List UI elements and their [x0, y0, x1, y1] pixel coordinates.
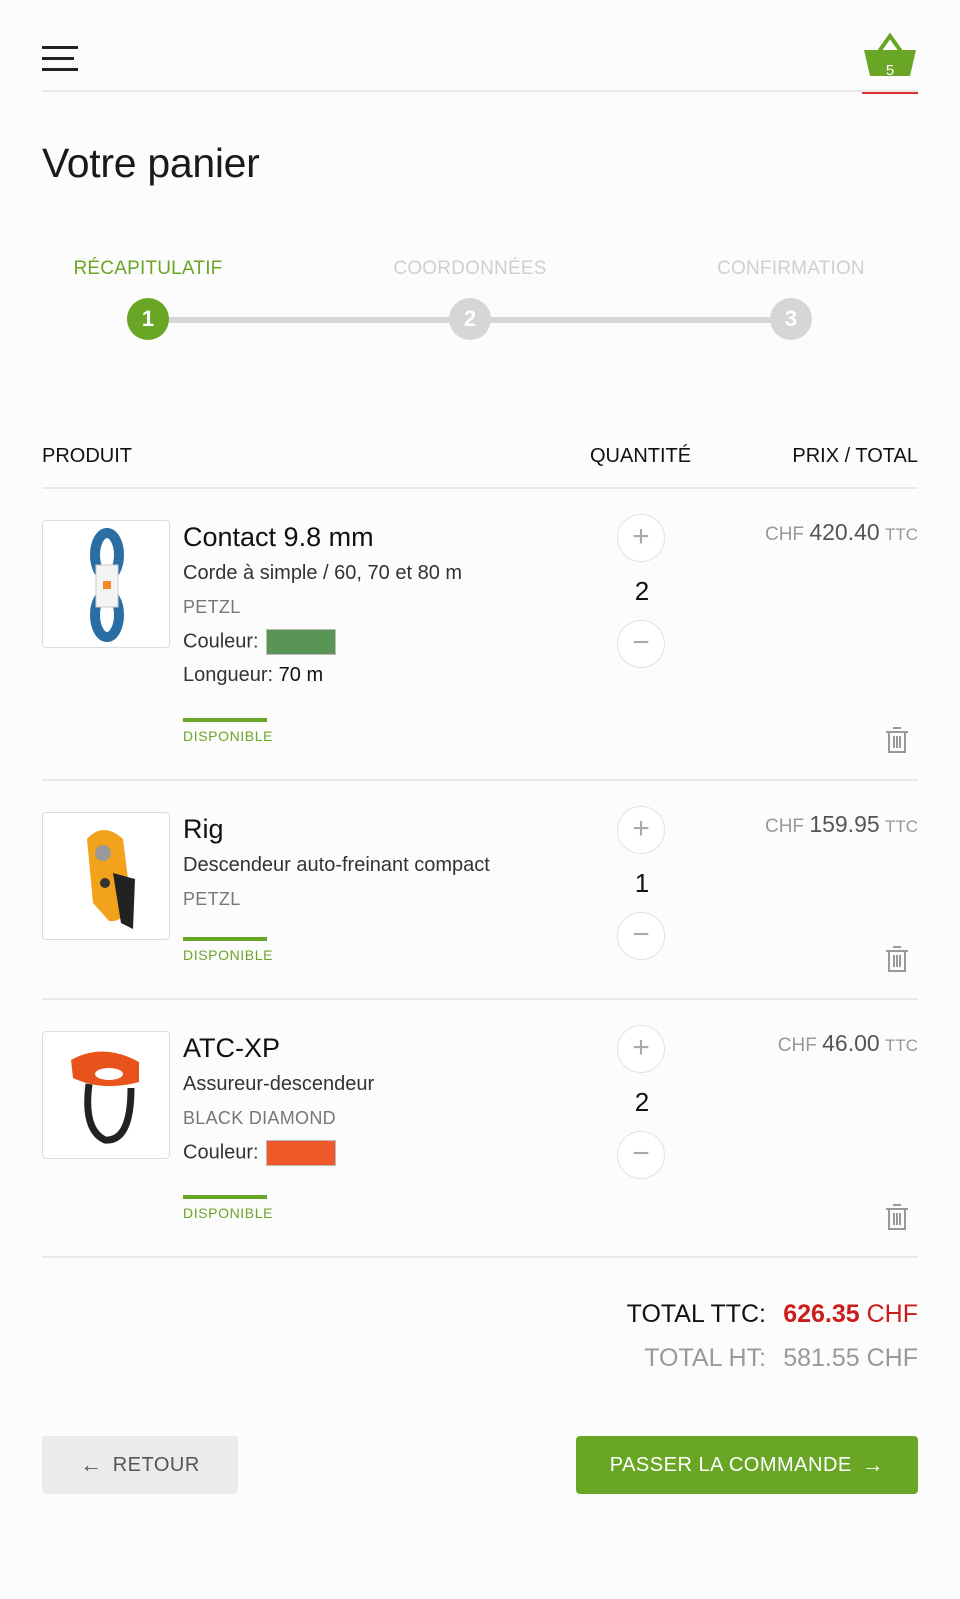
product-name[interactable]: ATC-XP	[183, 1032, 374, 1064]
product-name[interactable]: Contact 9.8 mm	[183, 521, 462, 553]
quantity-value: 2	[634, 1087, 650, 1117]
menu-icon[interactable]	[42, 46, 78, 72]
column-quantity: QUANTITÉ	[590, 445, 692, 467]
length-value: 70 m	[278, 664, 324, 686]
step-number: 3	[770, 298, 812, 340]
trash-icon[interactable]	[884, 944, 910, 974]
product-color: Couleur:	[183, 629, 462, 655]
plus-icon[interactable]: +	[617, 514, 665, 562]
color-label: Couleur:	[183, 1141, 259, 1164]
item-price: CHF 46.00 TTC	[778, 1030, 918, 1057]
product-info: ATC-XP Assureur-descendeur BLACK DIAMOND…	[183, 1032, 375, 1166]
item-price: CHF 420.40 TTC	[765, 519, 918, 546]
column-product: PRODUIT	[42, 445, 132, 467]
step-number: 2	[449, 298, 491, 340]
order-label: PASSER LA COMMANDE	[609, 1453, 852, 1476]
total-ttc-row: TOTAL TTC: 626.35 CHF	[618, 1300, 918, 1344]
quantity-stepper: + 2 −	[617, 514, 667, 668]
basket-underline	[862, 92, 918, 94]
total-ht-row: TOTAL HT: 581.55 CHF	[618, 1344, 918, 1388]
product-info: Contact 9.8 mm Corde à simple / 60, 70 e…	[183, 521, 462, 687]
cart-item: Contact 9.8 mm Corde à simple / 60, 70 e…	[42, 489, 918, 781]
trash-icon[interactable]	[884, 725, 910, 755]
product-brand: BLACK DIAMOND	[183, 1108, 336, 1128]
step-label: CONFIRMATION	[717, 258, 865, 279]
place-order-button[interactable]: PASSER LA COMMANDE →	[576, 1436, 918, 1494]
product-description: Corde à simple / 60, 70 et 80 m	[183, 562, 463, 584]
minus-icon[interactable]: −	[617, 912, 665, 960]
quantity-value: 1	[634, 868, 650, 898]
plus-icon[interactable]: +	[617, 1025, 665, 1073]
back-button[interactable]: ← RETOUR	[42, 1436, 238, 1494]
length-label: Longueur:	[183, 664, 274, 686]
availability-badge: DISPONIBLE	[183, 937, 272, 963]
color-swatch	[266, 1140, 337, 1166]
total-ht-label: TOTAL HT:	[644, 1344, 766, 1372]
tax-label: TTC	[884, 1036, 918, 1055]
top-bar: 5	[42, 24, 918, 94]
price-amount: 420.40	[809, 519, 880, 545]
tax-label: TTC	[884, 817, 918, 836]
cart-table-header: PRODUIT QUANTITÉ PRIX / TOTAL	[42, 445, 918, 489]
basket-button[interactable]: 5	[862, 32, 918, 94]
arrow-right-icon: →	[861, 1452, 885, 1477]
step-recap[interactable]: RÉCAPITULATIF 1	[38, 258, 258, 340]
page-title: Votre panier	[42, 140, 260, 186]
rope-icon	[90, 528, 124, 642]
availability-badge: DISPONIBLE	[183, 718, 272, 744]
currency: CHF	[777, 1035, 817, 1056]
basket-count: 5	[885, 62, 895, 79]
price-amount: 46.00	[822, 1030, 880, 1056]
quantity-stepper: + 1 −	[617, 806, 667, 960]
arrow-left-icon: ←	[80, 1452, 103, 1477]
item-price: CHF 159.95 TTC	[765, 811, 918, 838]
currency: CHF	[764, 524, 805, 545]
minus-icon[interactable]: −	[617, 620, 665, 668]
step-confirmation[interactable]: CONFIRMATION 3	[681, 258, 901, 340]
quantity-value: 2	[634, 576, 650, 606]
color-swatch	[266, 629, 337, 655]
product-description: Descendeur auto-freinant compact	[183, 854, 490, 876]
total-ttc-amount: 626.35	[783, 1300, 860, 1328]
product-description: Assureur-descendeur	[183, 1073, 375, 1095]
product-image[interactable]	[42, 812, 170, 940]
plus-icon[interactable]: +	[617, 806, 665, 854]
step-label: RÉCAPITULATIF	[73, 258, 223, 279]
price-amount: 159.95	[809, 811, 880, 837]
product-length: Longueur: 70 m	[183, 663, 462, 687]
product-name[interactable]: Rig	[183, 813, 490, 845]
cart-item: ATC-XP Assureur-descendeur BLACK DIAMOND…	[42, 1000, 918, 1258]
availability-badge: DISPONIBLE	[183, 1195, 272, 1221]
total-ttc-value: 626.35 CHF	[783, 1300, 918, 1329]
checkout-stepper: RÉCAPITULATIF 1 COORDONNÉES 2 CONFIRMATI…	[42, 258, 918, 348]
currency: CHF	[764, 816, 805, 837]
cart-page: 5 Votre panier RÉCAPITULATIF 1 COORDONNÉ…	[0, 0, 960, 1599]
product-info: Rig Descendeur auto-freinant compact PET…	[183, 813, 490, 911]
quantity-stepper: + 2 −	[617, 1025, 667, 1179]
product-image[interactable]	[42, 1031, 170, 1159]
belay-device-icon	[71, 1051, 139, 1144]
tax-label: TTC	[884, 525, 918, 544]
cart-item: Rig Descendeur auto-freinant compact PET…	[42, 781, 918, 1000]
product-brand: PETZL	[183, 889, 241, 909]
descender-icon	[87, 830, 135, 929]
product-brand: PETZL	[183, 597, 241, 617]
back-label: RETOUR	[112, 1453, 200, 1476]
step-number: 1	[127, 298, 169, 340]
step-coordonnees[interactable]: COORDONNÉES 2	[360, 258, 580, 340]
total-ttc-label: TOTAL TTC:	[626, 1300, 766, 1328]
total-ht-value: 581.55 CHF	[783, 1344, 918, 1372]
minus-icon[interactable]: −	[617, 1131, 665, 1179]
step-label: COORDONNÉES	[393, 258, 547, 279]
total-ttc-currency: CHF	[866, 1300, 918, 1328]
trash-icon[interactable]	[884, 1202, 910, 1232]
color-label: Couleur:	[183, 630, 259, 653]
column-price: PRIX / TOTAL	[792, 445, 918, 467]
product-image[interactable]	[42, 520, 170, 648]
product-color: Couleur:	[183, 1140, 374, 1166]
order-totals: TOTAL TTC: 626.35 CHF TOTAL HT: 581.55 C…	[618, 1300, 918, 1388]
